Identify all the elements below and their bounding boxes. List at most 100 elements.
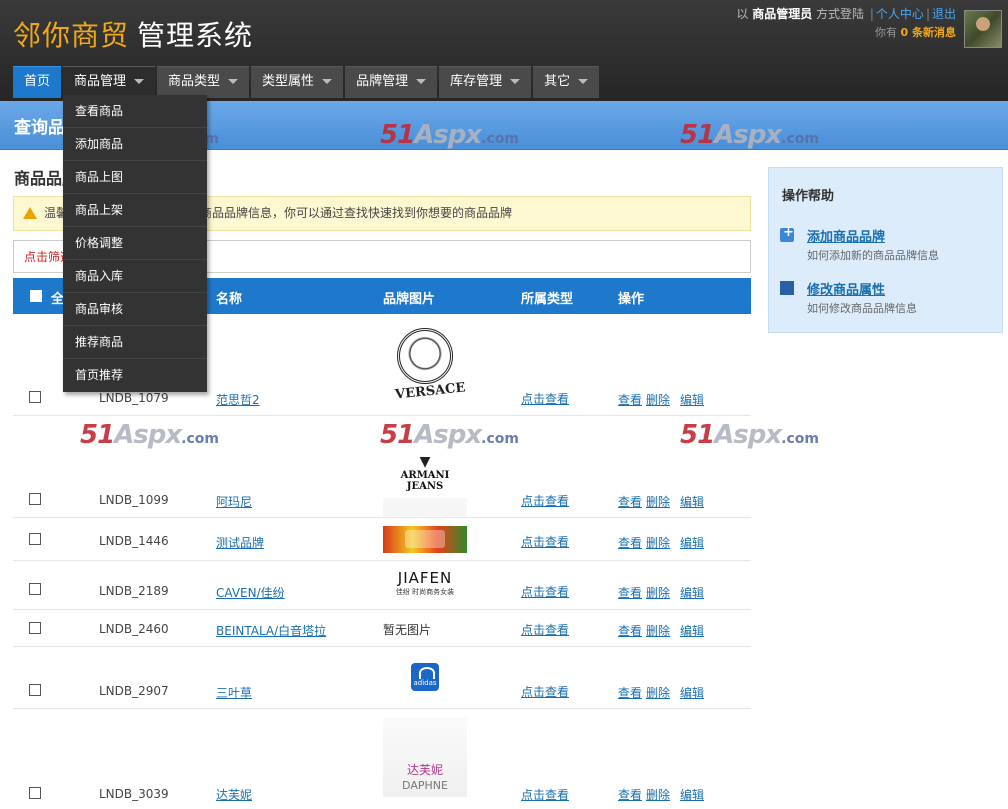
table-row: LNDB_2907 三叶草 adidas 点击查看 查看 删除 编辑 — [13, 647, 751, 709]
type-view-link[interactable]: 点击查看 — [521, 786, 569, 803]
view-link[interactable]: 查看 — [618, 536, 642, 550]
edit-link[interactable]: 编辑 — [680, 686, 704, 700]
row-checkbox[interactable] — [29, 583, 41, 595]
header-name: 名称 — [216, 292, 243, 307]
delete-link[interactable]: 删除 — [646, 495, 670, 509]
help-desc: 如何添加新的商品品牌信息 — [807, 249, 939, 262]
menu-upload-image[interactable]: 商品上图 — [63, 161, 207, 194]
login-mode: 方式登陆 — [816, 7, 865, 21]
edit-link[interactable]: 编辑 — [680, 586, 704, 600]
watermark: 51Aspx.com — [380, 420, 519, 450]
nav-stock-management[interactable]: 库存管理 — [439, 66, 532, 98]
brand-name-link[interactable]: 阿玛尼 — [216, 493, 252, 510]
row-checkbox[interactable] — [29, 787, 41, 799]
logout-link[interactable]: 退出 — [932, 7, 956, 21]
nav-brand-management[interactable]: 品牌管理 — [345, 66, 438, 98]
logo-subtext: DAPHNE — [402, 779, 448, 792]
brand-image — [383, 526, 467, 553]
brand-image: adidas — [383, 663, 467, 691]
type-view-link[interactable]: 点击查看 — [521, 583, 569, 600]
brand-code: LNDB_3039 — [99, 787, 169, 801]
type-view-link[interactable]: 点击查看 — [521, 683, 569, 700]
view-link[interactable]: 查看 — [618, 586, 642, 600]
brand-image: JIAFEN 佳纷 时尚商务女装 — [383, 571, 467, 599]
watermark: 51Aspx.com — [680, 120, 819, 150]
brand-name-link[interactable]: BEINTALA/白音塔拉 — [216, 622, 326, 639]
nav-other[interactable]: 其它 — [533, 66, 600, 98]
brand-name-link[interactable]: 测试品牌 — [216, 534, 264, 551]
logo-text: ARMANI JEANS — [400, 470, 450, 492]
site-logo: 邻你商贸 管理系统 — [13, 14, 253, 54]
profile-link[interactable]: 个人中心 — [876, 7, 924, 21]
delete-link[interactable]: 删除 — [646, 788, 670, 802]
menu-view-goods[interactable]: 查看商品 — [63, 95, 207, 128]
row-checkbox[interactable] — [29, 684, 41, 696]
chevron-down-icon — [228, 79, 239, 84]
view-link[interactable]: 查看 — [618, 495, 642, 509]
add-icon — [780, 225, 794, 242]
goods-management-dropdown: 查看商品 添加商品 商品上图 商品上架 价格调整 商品入库 商品审核 推荐商品 … — [63, 95, 207, 392]
login-prefix: 以 — [736, 7, 749, 21]
menu-list-goods[interactable]: 商品上架 — [63, 194, 207, 227]
menu-goods-review[interactable]: 商品审核 — [63, 293, 207, 326]
help-desc: 如何修改商品品牌信息 — [807, 302, 917, 315]
message-prefix: 你有 — [875, 26, 898, 39]
nav-goods-management[interactable]: 商品管理 — [63, 66, 156, 98]
main-nav: 首页 商品管理 商品类型 类型属性 品牌管理 库存管理 其它 — [13, 66, 601, 98]
versace-logo: VERSACE — [383, 326, 467, 406]
delete-link[interactable]: 删除 — [646, 393, 670, 407]
delete-link[interactable]: 删除 — [646, 686, 670, 700]
row-checkbox[interactable] — [29, 533, 41, 545]
test-brand-logo — [383, 526, 467, 553]
type-view-link[interactable]: 点击查看 — [521, 390, 569, 407]
menu-stock-in[interactable]: 商品入库 — [63, 260, 207, 293]
nav-goods-type[interactable]: 商品类型 — [157, 66, 250, 98]
nav-type-attributes[interactable]: 类型属性 — [251, 66, 344, 98]
add-brand-help-link[interactable]: 添加商品品牌 — [807, 226, 885, 245]
edit-attribute-help-link[interactable]: 修改商品属性 — [807, 279, 885, 298]
type-view-link[interactable]: 点击查看 — [521, 533, 569, 550]
brand-image: ▼ ARMANI JEANS — [383, 454, 467, 516]
delete-link[interactable]: 删除 — [646, 536, 670, 550]
view-link[interactable]: 查看 — [618, 788, 642, 802]
nav-label: 商品类型 — [168, 74, 221, 89]
select-all-checkbox[interactable] — [30, 290, 42, 302]
type-view-link[interactable]: 点击查看 — [521, 621, 569, 638]
row-actions: 查看 删除 编辑 — [618, 786, 708, 803]
eagle-icon: ▼ — [419, 454, 431, 470]
delete-link[interactable]: 删除 — [646, 624, 670, 638]
menu-recommend-goods[interactable]: 推荐商品 — [63, 326, 207, 359]
edit-link[interactable]: 编辑 — [680, 624, 704, 638]
view-link[interactable]: 查看 — [618, 686, 642, 700]
delete-link[interactable]: 删除 — [646, 586, 670, 600]
row-checkbox[interactable] — [29, 391, 41, 403]
brand-name-link[interactable]: 达芙妮 — [216, 786, 252, 803]
view-link[interactable]: 查看 — [618, 393, 642, 407]
menu-add-goods[interactable]: 添加商品 — [63, 128, 207, 161]
message-count[interactable]: 0 条新消息 — [901, 26, 956, 39]
brand-name: 邻你商贸 — [13, 19, 130, 52]
header-type: 所属类型 — [521, 292, 574, 307]
edit-link[interactable]: 编辑 — [680, 393, 704, 407]
row-checkbox[interactable] — [29, 493, 41, 505]
edit-link[interactable]: 编辑 — [680, 536, 704, 550]
edit-link[interactable]: 编辑 — [680, 788, 704, 802]
brand-name-link[interactable]: CAVEN/佳纷 — [216, 584, 285, 601]
menu-homepage-recommend[interactable]: 首页推荐 — [63, 359, 207, 392]
type-view-link[interactable]: 点击查看 — [521, 492, 569, 509]
watermark: 51Aspx.com — [80, 420, 219, 450]
brand-name-link[interactable]: 三叶草 — [216, 684, 252, 701]
brand-code: LNDB_1079 — [99, 391, 169, 405]
edit-link[interactable]: 编辑 — [680, 495, 704, 509]
brand-name-link[interactable]: 范思哲2 — [216, 391, 260, 408]
chevron-down-icon — [322, 79, 333, 84]
no-image-text: 暂无图片 — [383, 623, 432, 637]
brand-code: LNDB_2907 — [99, 684, 169, 698]
logo-text: adidas — [413, 679, 437, 687]
table-row: LNDB_2460 BEINTALA/白音塔拉 暂无图片 点击查看 查看 删除 编辑 — [13, 610, 751, 647]
row-checkbox[interactable] — [29, 622, 41, 634]
view-link[interactable]: 查看 — [618, 624, 642, 638]
menu-price-adjust[interactable]: 价格调整 — [63, 227, 207, 260]
avatar[interactable] — [964, 10, 1002, 48]
nav-home[interactable]: 首页 — [13, 66, 62, 98]
